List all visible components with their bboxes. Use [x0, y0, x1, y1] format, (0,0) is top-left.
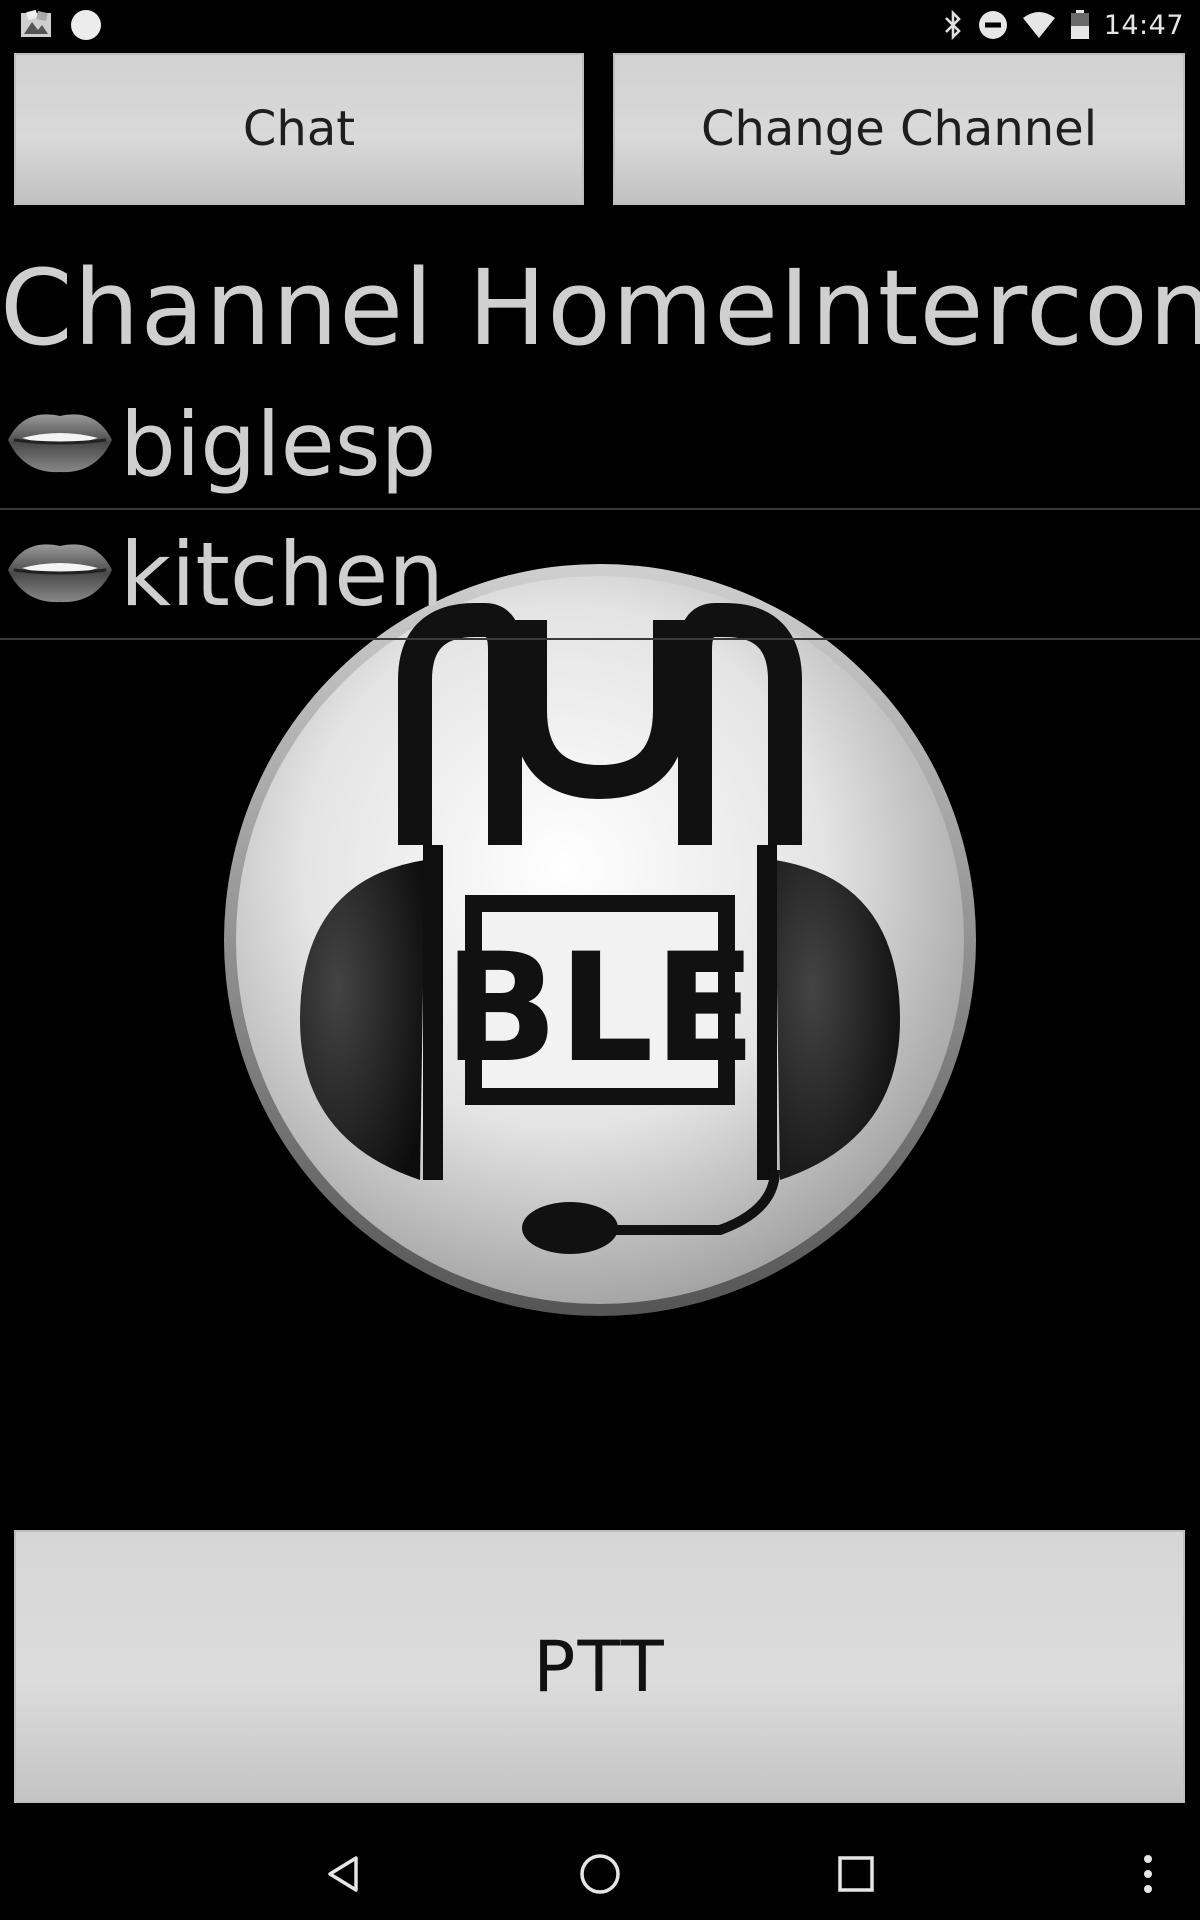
list-item[interactable]: kitchen	[0, 510, 1200, 640]
overflow-menu-icon[interactable]	[1118, 1844, 1178, 1904]
gallery-notification-icon	[20, 10, 52, 40]
user-name: biglesp	[120, 393, 437, 496]
lips-icon	[4, 532, 116, 608]
status-time: 14:47	[1103, 9, 1184, 41]
home-icon[interactable]	[570, 1844, 630, 1904]
bluetooth-icon	[942, 10, 964, 40]
recents-icon[interactable]	[826, 1844, 886, 1904]
list-item[interactable]: biglesp	[0, 380, 1200, 510]
circle-notification-icon	[70, 9, 102, 41]
lips-icon	[4, 402, 116, 478]
wifi-icon	[1022, 11, 1056, 39]
battery-icon	[1070, 10, 1090, 40]
status-bar: 14:47	[0, 0, 1200, 50]
headset-logo-icon: BLE	[220, 560, 980, 1320]
user-list: biglesp kitchen	[0, 380, 1200, 640]
chat-button[interactable]: Chat	[14, 53, 584, 205]
back-icon[interactable]	[314, 1844, 374, 1904]
user-name: kitchen	[120, 523, 444, 626]
navigation-bar	[0, 1820, 1200, 1920]
ptt-button[interactable]: PTT	[14, 1530, 1185, 1803]
change-channel-button[interactable]: Change Channel	[613, 53, 1185, 205]
do-not-disturb-icon	[978, 10, 1008, 40]
logo-text: BLE	[444, 922, 756, 1096]
channel-title: Channel HomeIntercom	[0, 247, 1200, 369]
